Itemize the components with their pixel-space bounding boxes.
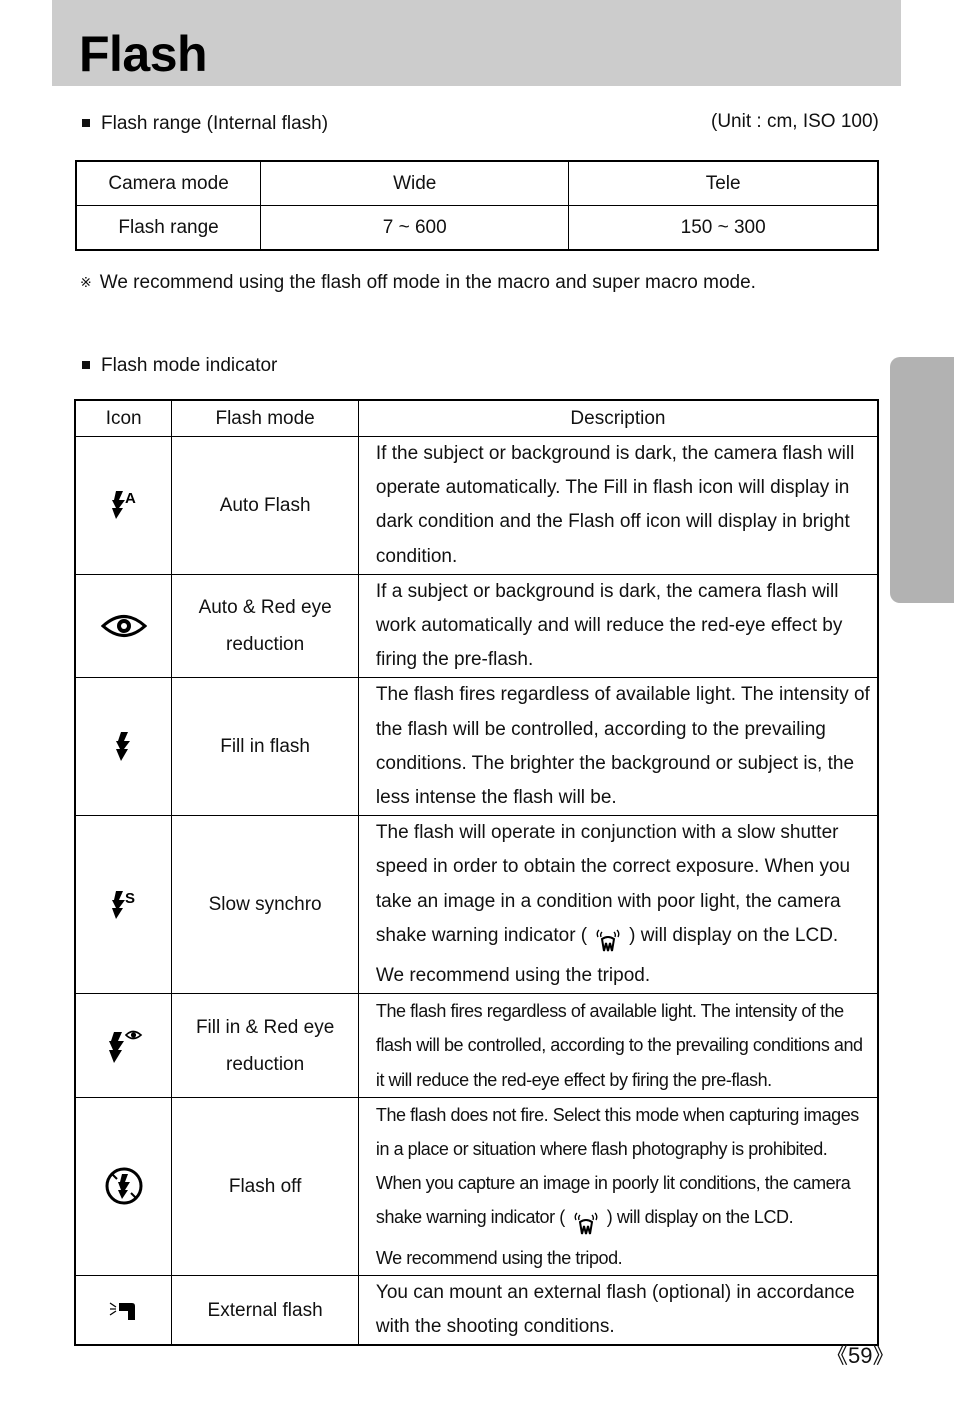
tele-range-value: 150 ~ 300 (568, 205, 879, 251)
table-header-row: Icon Flash mode Description (74, 399, 879, 437)
bullet-square-icon (82, 361, 90, 369)
row-label-flash-range: Flash range (75, 205, 262, 251)
description-text: ) will display on the LCD. (629, 924, 839, 946)
header-wide: Wide (260, 160, 570, 206)
mode-name: Auto & Red eye reduction (171, 573, 359, 679)
table-row: Fill in flash The flash fires regardless… (74, 677, 879, 817)
flash-range-heading-text: Flash range (Internal flash) (101, 113, 329, 134)
mode-name-text: External flash (207, 1299, 323, 1321)
page-title: Flash (79, 26, 208, 82)
mode-description: If a subject or background is dark, the … (357, 573, 879, 679)
mode-name-text: Fill in flash (220, 736, 310, 758)
camera-shake-warning-icon (571, 1206, 601, 1240)
flash-range-heading: Flash range (Internal flash) (82, 113, 328, 135)
mode-name: External flash (171, 1274, 359, 1346)
flash-mode-heading-text: Flash mode indicator (101, 355, 278, 376)
description-text: ) will display on the LCD. (606, 1207, 794, 1228)
icon-cell: A (74, 436, 173, 575)
external-flash-icon (108, 1299, 140, 1321)
header-description: Description (357, 399, 879, 437)
bullet-square-icon (82, 119, 90, 127)
header-tele: Tele (568, 160, 879, 206)
header-icon: Icon (74, 399, 173, 437)
mode-description: If the subject or background is dark, th… (357, 436, 879, 575)
flash-range-table: Camera mode Wide Tele Flash range 7 ~ 60… (75, 160, 879, 251)
mode-name: Fill in flash (171, 677, 359, 817)
mode-description: The flash will operate in conjunction wi… (357, 815, 879, 995)
mode-name-line: Fill in & Red eye (195, 1016, 335, 1038)
mode-name: Slow synchro (171, 815, 359, 995)
table-row: A Auto Flash If the subject or backgroun… (74, 436, 879, 575)
fill-red-eye-icon (104, 1030, 144, 1063)
table-row: Flash off The flash does not fire. Selec… (74, 1096, 879, 1276)
mode-name: Fill in & Red eye reduction (171, 993, 359, 1098)
side-tab (890, 357, 954, 603)
macro-note: ※ We recommend using the flash off mode i… (80, 271, 756, 294)
flash-mode-table: Icon Flash mode Description A Auto Flash… (74, 399, 879, 1347)
mode-description: The flash fires regardless of available … (357, 677, 879, 817)
description-text: We recommend using the tripod. (375, 1247, 623, 1268)
table-row: External flash You can mount an external… (74, 1274, 879, 1346)
table-row: Fill in & Red eye reduction The flash fi… (74, 993, 879, 1098)
icon-cell (74, 677, 173, 817)
table-row: S Slow synchro The flash will operate in… (74, 815, 879, 995)
mode-name-line: reduction (226, 634, 305, 656)
icon-cell (74, 993, 173, 1098)
page-number: 《59》 (826, 1343, 895, 1368)
red-eye-icon (100, 615, 147, 638)
icon-cell (74, 573, 173, 679)
table-row: Auto & Red eye reduction If a subject or… (74, 573, 879, 679)
slow-synchro-icon: S (106, 890, 142, 919)
header-camera-mode: Camera mode (75, 160, 262, 206)
icon-cell (74, 1096, 173, 1276)
flash-off-icon (104, 1167, 144, 1205)
icon-cell: S (74, 815, 173, 995)
table-row: Flash range 7 ~ 600 150 ~ 300 (75, 205, 879, 251)
mode-description: The flash fires regardless of available … (357, 993, 879, 1098)
mode-description: The flash does not fire. Select this mod… (357, 1096, 879, 1276)
mode-name-text: Flash off (228, 1175, 302, 1197)
mode-name: Auto Flash (171, 436, 359, 575)
header-flash-mode: Flash mode (171, 399, 359, 437)
macro-note-text: We recommend using the flash off mode in… (99, 272, 756, 293)
unit-note: (Unit : cm, ISO 100) (711, 111, 879, 132)
table-header-row: Camera mode Wide Tele (75, 160, 879, 206)
svg-text:S: S (125, 890, 135, 907)
header-band: Flash (52, 0, 901, 86)
reference-mark-icon: ※ (80, 274, 92, 290)
svg-text:A: A (125, 490, 136, 507)
mode-description: You can mount an external flash (optiona… (357, 1274, 879, 1346)
auto-flash-icon: A (106, 490, 142, 520)
description-text: We recommend using the tripod. (375, 965, 651, 987)
mode-name-text: Slow synchro (208, 894, 322, 916)
wide-range-value: 7 ~ 600 (260, 205, 570, 251)
camera-shake-warning-icon (593, 925, 623, 959)
icon-cell (74, 1274, 173, 1346)
mode-name: Flash off (171, 1096, 359, 1276)
mode-name-text: Auto Flash (219, 494, 311, 516)
flash-mode-heading: Flash mode indicator (82, 355, 277, 377)
mode-name-line: Auto & Red eye (198, 597, 332, 619)
mode-name-line: reduction (226, 1053, 305, 1075)
fill-flash-icon (112, 731, 136, 761)
